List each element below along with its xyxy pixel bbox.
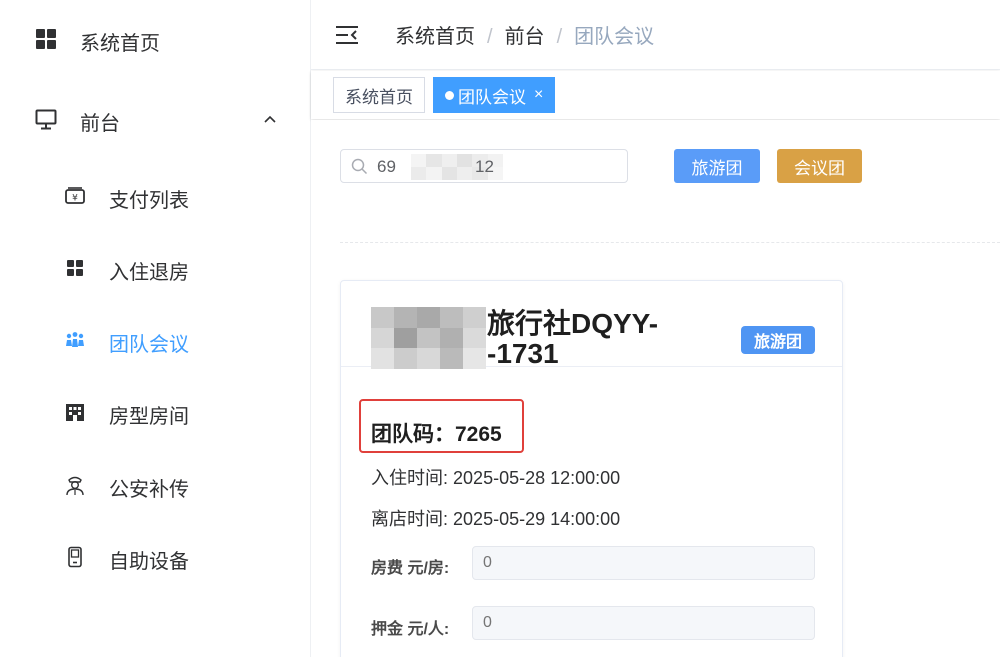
meeting-group-button[interactable]: 会议团 (777, 149, 862, 183)
sidebar-item-label: 系统首页 (80, 33, 160, 55)
breadcrumb-separator: / (487, 26, 493, 48)
sidebar-item-label: 公安补传 (109, 479, 189, 501)
top-header: 系统首页 / 前台 / 团队会议 (311, 0, 1000, 70)
sidebar-item-label: 前台 (80, 113, 120, 135)
chevron-up-icon[interactable] (262, 111, 278, 127)
sidebar-item-label: 房型房间 (109, 406, 189, 428)
active-dot-icon (445, 90, 454, 100)
room-fee-label: 房费 元/房: (371, 560, 450, 577)
checkout-value: 2025-05-29 14:00:00 (453, 509, 621, 529)
team-icon (64, 329, 86, 351)
breadcrumb-item-frontdesk[interactable]: 前台 (505, 20, 545, 49)
checkin-label: 入住时间: (371, 468, 449, 488)
deposit-label: 押金 元/人: (371, 621, 450, 638)
team-type-badge: 旅游团 (741, 326, 815, 354)
breadcrumb-separator: / (556, 26, 563, 48)
search-value-prefix[interactable]: 69 (377, 157, 396, 177)
dashboard-grid-icon (35, 28, 57, 50)
close-icon[interactable]: × (534, 87, 543, 103)
breadcrumb: 系统首页 / 前台 / 团队会议 (395, 20, 654, 49)
sidebar-item-dashboard[interactable]: 系统首页 (0, 14, 311, 64)
monitor-icon (35, 108, 57, 130)
tag-label: 团队会议 (458, 87, 526, 107)
sidebar-item-checkin[interactable]: 入住退房 (0, 243, 311, 293)
checkin-value: 2025-05-28 12:00:00 (453, 468, 621, 488)
tag-label: 系统首页 (345, 87, 413, 107)
checkout-time: 离店时间: 2025-05-29 14:00:00 (371, 505, 620, 531)
tour-group-button[interactable]: 旅游团 (674, 149, 760, 183)
team-title-part2: -1731 (487, 338, 559, 369)
checkout-label: 离店时间: (371, 509, 449, 529)
device-icon (64, 546, 86, 568)
sidebar-item-label: 团队会议 (109, 334, 189, 356)
search-value-suffix[interactable]: 12 (475, 157, 494, 177)
sidebar-item-label: 入住退房 (109, 262, 189, 284)
app-root: 系统首页 前台 ¥ 支付列表 入住退房 团队会议 房型房间 公安补传 自助设备 … (0, 0, 1000, 657)
dashed-divider (340, 242, 1000, 243)
sidebar-item-label: 支付列表 (109, 190, 189, 212)
search-input-wrapper[interactable]: 69 12 (340, 149, 628, 183)
breadcrumb-item-home[interactable]: 系统首页 (395, 20, 475, 49)
main-content: 69 12 旅游团 会议团 旅行社DQYY- -1731 旅游团 团队码：726… (311, 120, 1000, 657)
tag-dashboard[interactable]: 系统首页 (333, 77, 425, 113)
breadcrumb-item-current: 团队会议 (574, 26, 655, 48)
tag-team-meeting[interactable]: 团队会议 × (433, 77, 556, 113)
grid-icon (64, 257, 86, 279)
group-code: 团队码：7265 (371, 423, 502, 446)
tags-view-bar: 系统首页 团队会议 × (311, 71, 1000, 119)
room-fee-input[interactable] (472, 546, 815, 580)
sidebar-item-frontdesk[interactable]: 前台 (0, 94, 311, 144)
team-card: 旅行社DQYY- -1731 旅游团 团队码：7265 入住时间: 2025-0… (340, 280, 843, 657)
sidebar-item-rooms[interactable]: 房型房间 (0, 387, 311, 437)
sidebar-item-self-service[interactable]: 自助设备 (0, 532, 311, 582)
sidebar-item-label: 自助设备 (109, 551, 189, 573)
deposit-input[interactable] (472, 606, 815, 640)
sidebar-item-payments[interactable]: ¥ 支付列表 (0, 171, 311, 221)
menu-fold-icon[interactable] (335, 24, 359, 46)
redacted-mosaic (371, 307, 486, 369)
sidebar: 系统首页 前台 ¥ 支付列表 入住退房 团队会议 房型房间 公安补传 自助设备 (0, 0, 311, 657)
team-card-header: 旅行社DQYY- -1731 旅游团 (341, 281, 842, 369)
police-icon (64, 474, 86, 496)
sidebar-item-team-meeting[interactable]: 团队会议 (0, 315, 311, 365)
building-icon (64, 401, 86, 423)
wallet-icon: ¥ (64, 185, 86, 207)
team-title-part1: 旅行社DQYY- (487, 308, 659, 339)
search-icon (351, 158, 368, 175)
svg-text:¥: ¥ (72, 194, 78, 204)
sidebar-item-police[interactable]: 公安补传 (0, 460, 311, 510)
checkin-time: 入住时间: 2025-05-28 12:00:00 (371, 464, 620, 490)
